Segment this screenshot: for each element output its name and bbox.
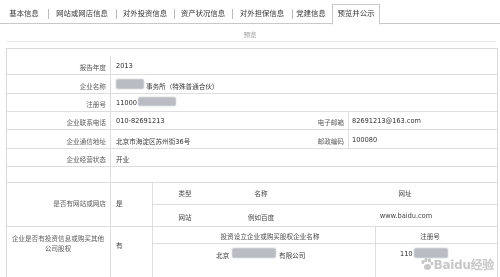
row-divider xyxy=(6,182,498,183)
tab-preview-publish[interactable]: 预览并公示 xyxy=(332,4,380,25)
email-label: 电子邮箱 xyxy=(317,119,344,127)
status-label: 企业经营状态 xyxy=(66,156,106,164)
address-label: 企业通信地址 xyxy=(66,138,106,146)
zip-value: 100080 xyxy=(352,136,378,144)
tab-separator xyxy=(232,9,233,19)
website-table-cell-name: 例如百度 xyxy=(247,214,275,222)
website-table-header-name: 名称 xyxy=(254,190,268,198)
address-value: 北京市海淀区苏州街36号 xyxy=(116,138,191,146)
report-year-label: 报告年度 xyxy=(79,64,106,72)
row-divider xyxy=(6,74,498,75)
row-divider xyxy=(6,129,498,130)
column-divider xyxy=(348,112,349,148)
row-divider xyxy=(6,111,498,112)
page-subtitle: 预览 xyxy=(243,31,257,39)
tab-website-info[interactable]: 网站或网店信息 xyxy=(50,4,114,24)
tab-guarantee-info[interactable]: 对外担保信息 xyxy=(234,4,290,24)
row-divider xyxy=(6,93,498,94)
invest-table-header-name: 投资设立企业或购买股权企业名称 xyxy=(220,233,320,241)
tab-separator xyxy=(174,9,175,19)
table-column-divider xyxy=(375,226,376,277)
reg-no-label: 注册号 xyxy=(86,101,106,109)
label-column-divider xyxy=(110,56,111,277)
row-divider xyxy=(6,166,498,167)
paw-icon xyxy=(421,258,434,270)
website-table-cell-type: 网站 xyxy=(178,214,192,222)
email-value: 82691213@163.com xyxy=(352,117,421,125)
invest-table-name-suffix: 有限公司 xyxy=(279,252,306,260)
watermark-text: Baidu经验 xyxy=(433,258,495,272)
reg-no-value: 11000 xyxy=(116,99,137,107)
tab-assets-info[interactable]: 资产状况信息 xyxy=(176,4,230,24)
company-name-suffix: 事务所（特殊普通合伙） xyxy=(146,83,219,91)
tab-separator xyxy=(116,9,117,19)
table-divider xyxy=(152,226,153,277)
website-question-value: 是 xyxy=(116,200,123,208)
invest-table-reg-prefix: 110 xyxy=(400,250,413,258)
table-row-divider xyxy=(152,204,498,205)
row-divider xyxy=(6,148,498,149)
tab-basic-info[interactable]: 基本信息 xyxy=(2,4,46,24)
redacted-company-name xyxy=(116,79,144,89)
invest-table-header-reg: 注册号 xyxy=(420,233,440,241)
invest-table-name-prefix: 北京 xyxy=(216,252,230,260)
row-divider xyxy=(6,226,498,227)
tab-party-building[interactable]: 党建信息 xyxy=(293,4,329,24)
report-year-value: 2013 xyxy=(116,62,133,70)
status-value: 开业 xyxy=(116,156,130,164)
redacted-invest-company xyxy=(232,248,276,258)
tab-investment-info[interactable]: 对外投资信息 xyxy=(118,4,172,24)
phone-value: 010-82691213 xyxy=(116,117,165,125)
website-table-cell-url: www.baidu.com xyxy=(379,212,433,220)
website-table-header-url: 网址 xyxy=(398,190,412,198)
investment-question-value: 有 xyxy=(116,242,123,250)
zip-label: 邮政编码 xyxy=(317,138,344,146)
baidu-watermark: Baidu经验 xyxy=(420,256,494,273)
phone-label: 企业联系电话 xyxy=(66,119,106,127)
website-question-label: 是否有网站或网店 xyxy=(53,200,106,208)
company-name-label: 企业名称 xyxy=(79,83,106,91)
redacted-reg-no xyxy=(138,97,176,106)
tab-separator xyxy=(48,9,49,19)
tab-bar: 基本信息 网站或网店信息 对外投资信息 资产状况信息 对外担保信息 党建信息 预… xyxy=(0,0,500,25)
divider xyxy=(6,41,496,42)
table-row-divider xyxy=(152,243,498,244)
website-table-header-type: 类型 xyxy=(178,190,192,198)
investment-question-label: 企业是否有投资信息或购买其他公司股权 xyxy=(11,235,105,253)
